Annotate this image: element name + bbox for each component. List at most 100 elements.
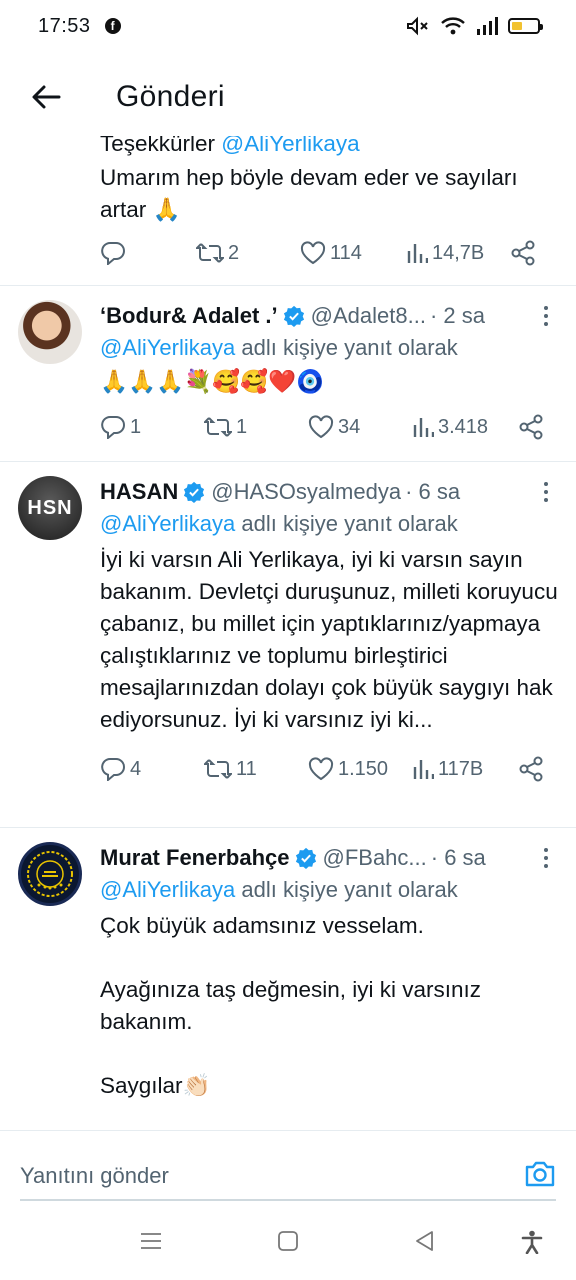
reply-composer: Yanıtını gönder: [0, 1130, 576, 1210]
views-count: 14,7B: [432, 241, 485, 264]
share-button[interactable]: [518, 414, 544, 440]
tweet-header: Murat Fenerbahçe @FBahc... · 6 sa: [100, 842, 558, 874]
views-icon: [407, 244, 428, 263]
reply-icon: [101, 758, 125, 781]
accessibility-icon[interactable]: [521, 1230, 543, 1259]
tweet-actions: 1 1 34 3.418: [100, 398, 558, 456]
heart-icon: [308, 415, 334, 439]
facebook-icon: f: [104, 18, 121, 34]
more-options-icon[interactable]: [534, 481, 558, 503]
reply-placeholder: Yanıtını gönder: [20, 1163, 169, 1188]
menu-icon[interactable]: [140, 1230, 162, 1257]
reply-button[interactable]: 4: [100, 757, 204, 781]
share-icon: [519, 756, 543, 782]
tweet-header: ‘Bodur& Adalet .’ @Adalet8... · 2 sa: [100, 300, 558, 332]
mention-link[interactable]: @AliYerlikaya: [221, 136, 359, 156]
arrow-left-icon[interactable]: [18, 69, 74, 125]
status-time: 17:53: [38, 14, 91, 37]
like-button[interactable]: 114: [300, 241, 406, 265]
replies-feed[interactable]: Teşekkürler @AliYerlikaya Umarım hep böy…: [0, 136, 576, 1128]
more-options-icon[interactable]: [534, 847, 558, 869]
verified-badge-icon: [295, 847, 316, 869]
reply-icon: [101, 242, 125, 265]
reply-icon: [101, 416, 125, 439]
tweet-text-prefix: Teşekkürler: [100, 136, 222, 156]
reply-count: 4: [130, 757, 142, 780]
views-count: 3.418: [438, 415, 489, 438]
retweet-icon: [204, 759, 232, 779]
reply-context-suffix: adlı kişiye yanıt olarak: [235, 335, 458, 360]
reply-context: @AliYerlikaya adlı kişiye yanıt olarak: [100, 874, 558, 906]
retweet-icon: [204, 417, 232, 437]
tweet-text-line: Çok büyük adamsınız vesselam.: [100, 913, 424, 938]
avatar[interactable]: [18, 842, 82, 906]
views-button[interactable]: 14,7B: [406, 242, 510, 265]
views-button[interactable]: 3.418: [412, 416, 518, 439]
views-button[interactable]: 117B: [412, 758, 518, 781]
camera-icon[interactable]: [524, 1160, 556, 1193]
like-button[interactable]: 34: [308, 415, 412, 439]
mention-link[interactable]: @AliYerlikaya: [100, 335, 235, 360]
reply-context-suffix: adlı kişiye yanıt olarak: [235, 877, 458, 902]
status-bar: 17:53 f: [0, 0, 576, 52]
reply-context: @AliYerlikaya adlı kişiye yanıt olarak: [100, 508, 558, 540]
user-handle[interactable]: @Adalet8...: [311, 303, 426, 329]
reply-context-suffix: adlı kişiye yanıt olarak: [235, 511, 458, 536]
reply-button[interactable]: 1: [100, 415, 204, 439]
user-name[interactable]: ‘Bodur& Adalet .’: [100, 303, 278, 329]
share-icon: [511, 240, 535, 266]
retweet-button[interactable]: 1: [204, 416, 308, 439]
home-square-icon[interactable]: [277, 1230, 299, 1257]
tweet-actions: 2 114 14,7B: [100, 224, 542, 282]
wifi-icon: [440, 16, 466, 36]
views-icon: [413, 418, 434, 437]
tweet-time: · 2 sa: [429, 303, 485, 328]
share-button[interactable]: [518, 756, 544, 782]
user-name[interactable]: HASAN: [100, 479, 178, 505]
reply-tweet[interactable]: ‘Bodur& Adalet .’ @Adalet8... · 2 sa @Al…: [0, 286, 576, 462]
avatar[interactable]: [18, 300, 82, 364]
user-name[interactable]: Murat Fenerbahçe: [100, 845, 290, 871]
tweet-time: · 6 sa: [430, 845, 486, 870]
reply-tweet[interactable]: HSN HASAN @HASOsyalmedya · 6 sa @AliYerl…: [0, 462, 576, 828]
back-triangle-icon[interactable]: [414, 1230, 436, 1257]
retweet-button[interactable]: 2: [196, 242, 300, 265]
fenerbahce-logo-icon: [27, 851, 73, 897]
retweet-icon: [196, 243, 224, 263]
verified-badge-icon: [283, 305, 304, 327]
tweet-actions: 4 11 1.150 117B: [100, 740, 558, 798]
share-icon: [519, 414, 543, 440]
parent-tweet[interactable]: Teşekkürler @AliYerlikaya Umarım hep böy…: [0, 136, 576, 286]
avatar-text: HSN: [27, 496, 73, 519]
tweet-text: İyi ki varsın Ali Yerlikaya, iyi ki vars…: [100, 547, 558, 732]
more-options-icon[interactable]: [534, 305, 558, 327]
reply-input[interactable]: Yanıtını gönder: [20, 1153, 556, 1201]
share-button[interactable]: [510, 240, 536, 266]
heart-icon: [308, 757, 334, 781]
user-handle[interactable]: @HASOsyalmedya: [211, 479, 401, 505]
signal-icon: [476, 17, 498, 35]
battery-icon: [508, 18, 543, 34]
like-count: 114: [330, 241, 362, 264]
retweet-count: 2: [228, 241, 240, 264]
tweet-time: · 6 sa: [405, 479, 461, 504]
reply-button[interactable]: [100, 241, 196, 265]
tweet-text-cut: Teşekkürler @AliYerlikaya: [100, 136, 558, 160]
reply-count: 1: [130, 415, 142, 438]
retweet-button[interactable]: 11: [204, 758, 308, 781]
like-count: 1.150: [338, 757, 389, 780]
user-handle[interactable]: @FBahc...: [323, 845, 427, 871]
like-button[interactable]: 1.150: [308, 757, 412, 781]
mention-link[interactable]: @AliYerlikaya: [100, 877, 235, 902]
tweet-text-line: Saygılar👏🏻: [100, 1073, 211, 1098]
reply-context: @AliYerlikaya adlı kişiye yanıt olarak: [100, 332, 558, 364]
status-icons: [404, 15, 543, 37]
tweet-text: Umarım hep böyle devam eder ve sayıları …: [100, 165, 518, 222]
reply-tweet[interactable]: Murat Fenerbahçe @FBahc... · 6 sa @AliYe…: [0, 828, 576, 1128]
avatar[interactable]: HSN: [18, 476, 82, 540]
mention-link[interactable]: @AliYerlikaya: [100, 511, 235, 536]
mute-icon: [404, 15, 430, 37]
retweet-count: 11: [236, 757, 257, 780]
views-icon: [413, 760, 434, 779]
heart-icon: [300, 241, 326, 265]
